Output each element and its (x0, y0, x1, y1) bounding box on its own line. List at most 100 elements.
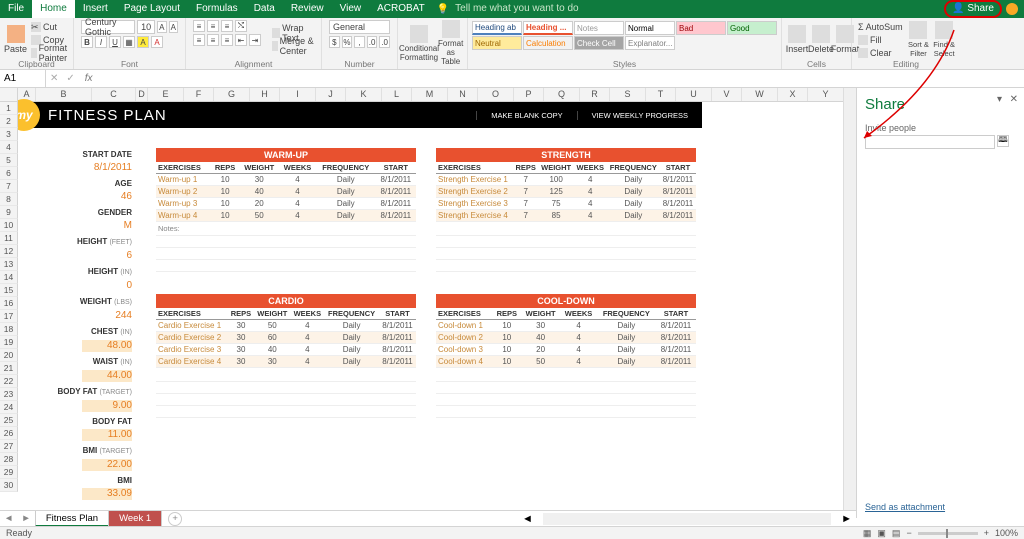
inc-decimal-button[interactable]: .0 (367, 36, 378, 48)
enter-icon[interactable]: ✓ (62, 73, 78, 84)
comma-button[interactable]: , (354, 36, 365, 48)
view-weekly-progress-link[interactable]: VIEW WEEKLY PROGRESS (577, 111, 702, 120)
style-cell[interactable]: Explanator... (625, 36, 675, 50)
feedback-icon[interactable] (1006, 3, 1018, 15)
zoom-in-button[interactable]: + (984, 528, 989, 538)
row-header[interactable]: 25 (0, 414, 18, 427)
row-header[interactable]: 9 (0, 206, 18, 219)
fill-button[interactable]: Fill (856, 34, 905, 46)
row-header[interactable]: 23 (0, 388, 18, 401)
row-header[interactable]: 30 (0, 479, 18, 492)
sheet-tab-fitness[interactable]: Fitness Plan (35, 511, 109, 527)
tab-acrobat[interactable]: ACROBAT (369, 0, 433, 18)
delete-cells-button[interactable]: Delete (810, 20, 832, 59)
merge-center-button[interactable]: Merge & Center (270, 40, 317, 52)
row-header[interactable]: 8 (0, 193, 18, 206)
row-header[interactable]: 21 (0, 362, 18, 375)
tab-review[interactable]: Review (283, 0, 332, 18)
format-painter-button[interactable]: Format Painter (29, 47, 74, 59)
align-center-button[interactable]: ≡ (207, 34, 219, 46)
row-header[interactable]: 28 (0, 453, 18, 466)
style-cell[interactable]: Normal (625, 21, 675, 35)
row-header[interactable]: 14 (0, 271, 18, 284)
row-header[interactable]: 22 (0, 375, 18, 388)
fill-color-button[interactable]: A (137, 36, 149, 48)
tab-nav-next[interactable]: ► (17, 513, 34, 524)
row-header[interactable]: 2 (0, 115, 18, 128)
name-box[interactable]: A1 (0, 70, 46, 87)
currency-button[interactable]: $ (329, 36, 340, 48)
row-header[interactable]: 17 (0, 310, 18, 323)
indent-dec-button[interactable]: ⇤ (235, 34, 247, 46)
share-button[interactable]: 👤 Share (944, 0, 1002, 18)
pane-options-icon[interactable]: ▾ (997, 94, 1002, 105)
row-header[interactable]: 18 (0, 323, 18, 336)
increase-font-button[interactable]: A (157, 21, 166, 33)
row-header[interactable]: 11 (0, 232, 18, 245)
add-sheet-button[interactable]: + (168, 512, 182, 526)
row-header[interactable]: 7 (0, 180, 18, 193)
row-header[interactable]: 29 (0, 466, 18, 479)
tell-me-input[interactable]: Tell me what you want to do (455, 0, 578, 18)
orientation-button[interactable]: ⤭ (235, 20, 247, 32)
view-normal-icon[interactable]: ▦ (863, 528, 872, 539)
row-header[interactable]: 5 (0, 154, 18, 167)
find-select-button[interactable]: Find & Select (932, 20, 956, 59)
percent-button[interactable]: % (342, 36, 353, 48)
row-header[interactable]: 15 (0, 284, 18, 297)
zoom-level[interactable]: 100% (995, 528, 1018, 538)
underline-button[interactable]: U (109, 36, 121, 48)
style-cell[interactable]: Calculation (523, 36, 573, 50)
style-cell[interactable]: Notes (574, 21, 624, 35)
invite-input[interactable] (865, 135, 995, 149)
cut-button[interactable]: ✂Cut (29, 21, 74, 33)
font-name-select[interactable]: Century Gothic (81, 20, 135, 34)
row-header[interactable]: 27 (0, 440, 18, 453)
row-header[interactable]: 20 (0, 349, 18, 362)
decrease-font-button[interactable]: A (169, 21, 178, 33)
tab-formulas[interactable]: Formulas (188, 0, 246, 18)
row-header[interactable]: 10 (0, 219, 18, 232)
select-all-corner[interactable] (0, 88, 18, 102)
view-pagebreak-icon[interactable]: ▤ (892, 528, 901, 539)
cancel-icon[interactable]: ✕ (46, 73, 62, 84)
format-as-table-button[interactable]: Format as Table (438, 20, 463, 66)
align-left-button[interactable]: ≡ (193, 34, 205, 46)
row-header[interactable]: 13 (0, 258, 18, 271)
align-right-button[interactable]: ≡ (221, 34, 233, 46)
style-cell[interactable]: Heading ... (523, 21, 573, 35)
horizontal-scrollbar[interactable]: ◄► (522, 510, 852, 526)
tab-nav-prev[interactable]: ◄ (0, 513, 17, 524)
insert-cells-button[interactable]: Insert (786, 20, 808, 59)
tab-page-layout[interactable]: Page Layout (116, 0, 188, 18)
view-layout-icon[interactable]: ▣ (877, 528, 886, 539)
autosum-button[interactable]: ΣAutoSum (856, 21, 905, 33)
font-color-button[interactable]: A (151, 36, 163, 48)
italic-button[interactable]: I (95, 36, 107, 48)
tab-view[interactable]: View (332, 0, 370, 18)
style-cell[interactable]: Neutral (472, 36, 522, 50)
style-cell[interactable]: Heading ab (472, 21, 522, 35)
tab-insert[interactable]: Insert (75, 0, 116, 18)
zoom-out-button[interactable]: − (906, 528, 911, 538)
font-size-select[interactable]: 10 (137, 20, 155, 34)
row-header[interactable]: 1 (0, 102, 18, 115)
vertical-scrollbar[interactable] (843, 88, 856, 510)
style-cell[interactable]: Bad (676, 21, 726, 35)
cell-styles-gallery[interactable]: Heading abHeading ...NotesNormalBadGood N… (472, 20, 777, 59)
tab-file[interactable]: File (0, 0, 32, 18)
align-bot-button[interactable]: ≡ (221, 20, 233, 32)
paste-button[interactable]: Paste (4, 20, 27, 59)
bold-button[interactable]: B (81, 36, 93, 48)
border-button[interactable]: ▦ (123, 36, 135, 48)
row-header[interactable]: 4 (0, 141, 18, 154)
style-cell[interactable]: Good (727, 21, 777, 35)
close-icon[interactable]: ✕ (1010, 94, 1018, 105)
dec-decimal-button[interactable]: .0 (379, 36, 390, 48)
row-header[interactable]: 19 (0, 336, 18, 349)
number-format-select[interactable]: General (329, 20, 390, 34)
tab-data[interactable]: Data (246, 0, 283, 18)
conditional-formatting-button[interactable]: Conditional Formatting (402, 20, 436, 66)
row-header[interactable]: 12 (0, 245, 18, 258)
style-cell[interactable]: Check Cell (574, 36, 624, 50)
